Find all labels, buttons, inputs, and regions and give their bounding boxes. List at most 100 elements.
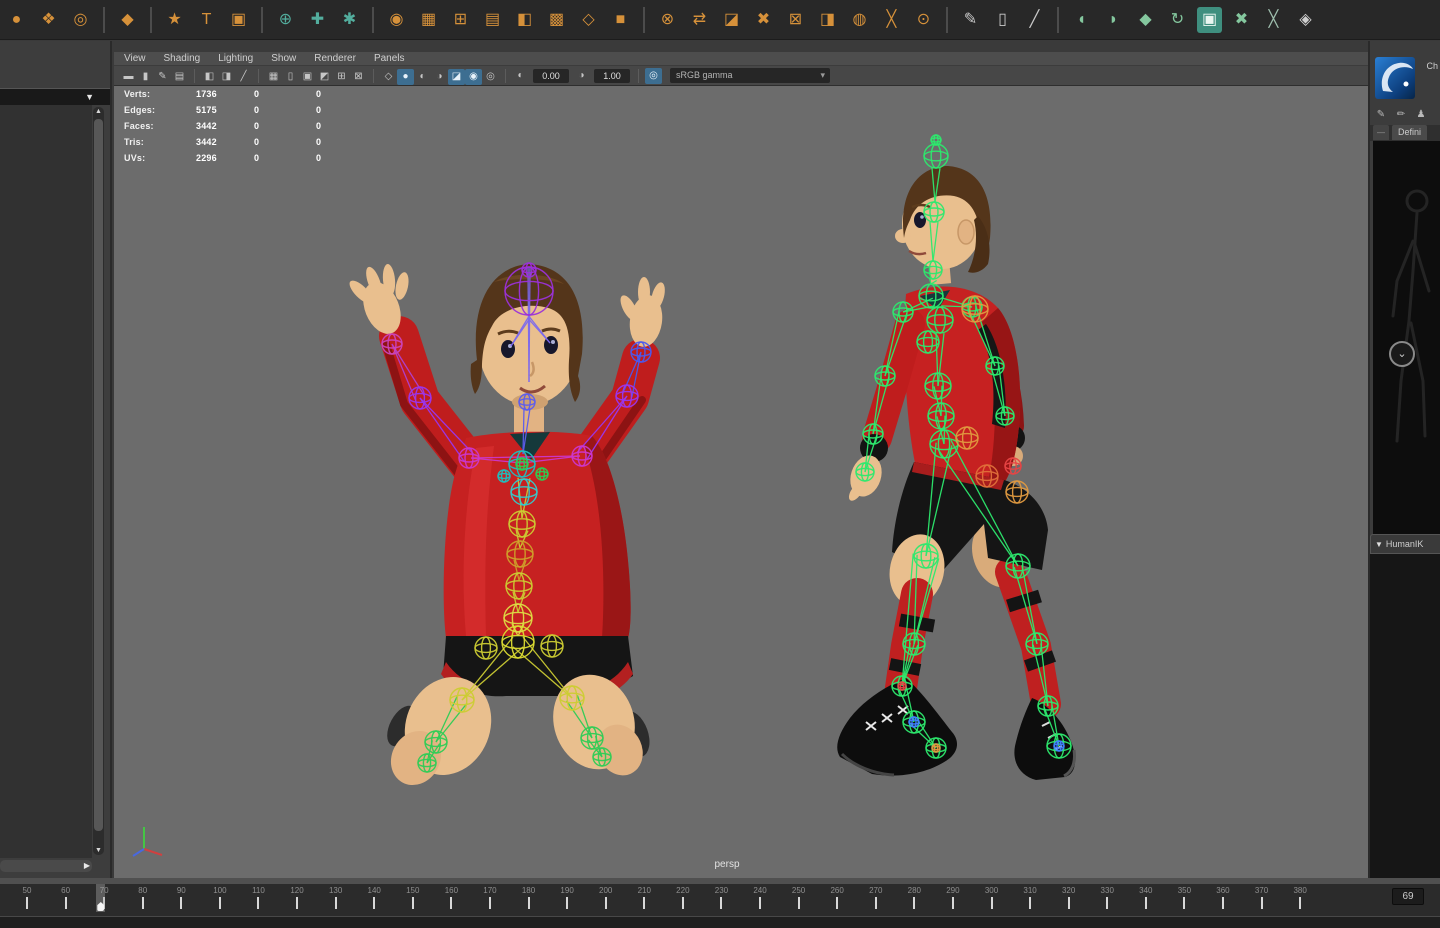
- current-frame-field[interactable]: 69: [1392, 888, 1424, 905]
- character-preview[interactable]: ⌄: [1373, 141, 1440, 534]
- film-gate-icon[interactable]: ▯: [282, 69, 299, 85]
- tick-mark: [257, 897, 259, 909]
- shelf-icon-type-tool[interactable]: T: [194, 7, 219, 33]
- scroll-up-icon[interactable]: ▲: [93, 108, 104, 115]
- lock-camera-icon[interactable]: ▮: [137, 69, 154, 85]
- minitab[interactable]: —: [1373, 125, 1389, 140]
- edit-pencil-icon[interactable]: ✎: [1374, 107, 1388, 121]
- safe-title-icon[interactable]: ⊠: [350, 69, 367, 85]
- shelf-icon-flatten-brush[interactable]: ✖: [1229, 7, 1254, 33]
- menu-renderer[interactable]: Renderer: [314, 53, 356, 64]
- outliner-header[interactable]: ▼: [0, 88, 110, 105]
- shelf-icon-target-weld[interactable]: ▤: [480, 7, 505, 33]
- shelf-icon-crease[interactable]: ◇: [576, 7, 601, 33]
- navigate-button[interactable]: ⌄: [1389, 341, 1415, 367]
- shelf-icon-super-shape[interactable]: ★: [162, 7, 187, 33]
- shelf-icon-poly-torus[interactable]: ◎: [68, 7, 93, 33]
- scrollbar-thumb[interactable]: [94, 119, 103, 831]
- shelf-icon-svg-tool[interactable]: ▣: [226, 7, 251, 33]
- gamma-field[interactable]: 1.00: [594, 69, 630, 83]
- shelf-icon-platonic-solid[interactable]: ◆: [115, 7, 140, 33]
- shelf-icon-locator[interactable]: ⊕: [273, 7, 298, 33]
- use-all-lights-icon[interactable]: ◑: [431, 69, 448, 85]
- exposure-icon[interactable]: ◐: [512, 68, 529, 84]
- tick-mark: [528, 897, 530, 909]
- vertical-scrollbar[interactable]: ▲ ▼: [93, 107, 104, 855]
- tab-humanik[interactable]: ▼HumanIK: [1370, 534, 1440, 554]
- shelf-icon-smooth-mesh[interactable]: ■: [608, 7, 633, 33]
- gate-mask-icon[interactable]: ◩: [316, 69, 333, 85]
- shelf-icon-separate[interactable]: ◨: [815, 7, 840, 33]
- menu-view[interactable]: View: [124, 53, 146, 64]
- resolution-gate-icon[interactable]: ▣: [299, 69, 316, 85]
- erase-pencil-icon[interactable]: ✏: [1394, 107, 1408, 121]
- shelf-icon-pinch-brush[interactable]: ▣: [1197, 7, 1222, 33]
- hud-total: 3442: [196, 121, 254, 131]
- shadows-icon[interactable]: ◪: [448, 69, 465, 85]
- chevron-down-icon[interactable]: ▼: [85, 92, 94, 102]
- menu-show[interactable]: Show: [271, 53, 296, 64]
- shelf-icon-circularize[interactable]: ◍: [847, 7, 872, 33]
- shelf-icon-delete-edge[interactable]: ✖: [751, 7, 776, 33]
- shelf-icon-swap-edge[interactable]: ⇄: [687, 7, 712, 33]
- shelf-icon-grid-fill[interactable]: ▦: [416, 7, 441, 33]
- shelf-icon-spin-edge[interactable]: ⊙: [911, 7, 936, 33]
- shelf-icon-bridge[interactable]: ⊠: [783, 7, 808, 33]
- panel-toolbar: ▬▮✎▤ ◧◨╱ ▦▯▣◩⊞⊠ ◇●◐◑◪◉◎ ◐ 0.00 ◑ 1.00 ◎ …: [114, 66, 1368, 86]
- textured-display-icon[interactable]: ◐: [414, 69, 431, 85]
- grease-pencil-icon[interactable]: ╱: [235, 69, 252, 85]
- motion-blur-icon[interactable]: ◎: [482, 69, 499, 85]
- shaded-display-icon[interactable]: ●: [397, 69, 414, 85]
- shelf-icon-pen-curve[interactable]: ✎: [958, 7, 983, 33]
- menu-lighting[interactable]: Lighting: [218, 53, 253, 64]
- exposure-field[interactable]: 0.00: [533, 69, 569, 83]
- shelf-icon-joint-tool[interactable]: ✚: [305, 7, 330, 33]
- shelf-icon-poly-diamond[interactable]: ❖: [36, 7, 61, 33]
- ambient-occlusion-icon[interactable]: ◉: [465, 69, 482, 85]
- gamma-correction-icon[interactable]: ◎: [645, 68, 662, 84]
- outliner-body[interactable]: [0, 105, 92, 858]
- 3d-viewport[interactable]: Verts:173600Edges:517500Faces:344200Tris…: [114, 86, 1368, 878]
- shelf-icon-gate[interactable]: ▯: [990, 7, 1015, 33]
- wireframe-icon[interactable]: ◇: [380, 69, 397, 85]
- shelf-icon-marking[interactable]: ╱: [1022, 7, 1047, 33]
- pan-zoom-2d-icon[interactable]: ◨: [218, 69, 235, 85]
- menu-shading[interactable]: Shading: [164, 53, 201, 64]
- shelf-icon-smooth-brush[interactable]: ◗: [1101, 7, 1126, 33]
- scroll-right-icon[interactable]: ▶: [84, 861, 90, 870]
- channel-box-tab[interactable]: Ch: [1426, 61, 1438, 71]
- shelf-icon-erase-brush[interactable]: ╳: [1261, 7, 1286, 33]
- scroll-down-icon[interactable]: ▼: [93, 847, 104, 854]
- tick-mark: [1299, 897, 1301, 909]
- bookmarks-icon[interactable]: ▤: [171, 69, 188, 85]
- camera-attributes-icon[interactable]: ✎: [154, 69, 171, 85]
- range-slider[interactable]: [0, 916, 1440, 928]
- gamma-icon[interactable]: ◑: [573, 68, 590, 84]
- shelf-icon-extrude[interactable]: ◪: [719, 7, 744, 33]
- shelf-icon-poly-sphere[interactable]: ●: [4, 7, 29, 33]
- menu-panels[interactable]: Panels: [374, 53, 405, 64]
- tick-label: 110: [243, 886, 273, 895]
- shelf-icon-mirror[interactable]: ◉: [384, 7, 409, 33]
- character-figure-icon[interactable]: ♟: [1414, 107, 1428, 121]
- shelf-icon-multi-cut[interactable]: ⊞: [448, 7, 473, 33]
- shelf-icon-symmetry[interactable]: ╳: [879, 7, 904, 33]
- shelf-icon-skeleton-group[interactable]: ✱: [337, 7, 362, 33]
- shelf-icon-sculpt-brush[interactable]: ◖: [1069, 7, 1094, 33]
- shelf-icon-knife-brush[interactable]: ◈: [1293, 7, 1318, 33]
- playhead[interactable]: [96, 884, 105, 912]
- shelf-icon-grab-brush[interactable]: ↻: [1165, 7, 1190, 33]
- tab-definition[interactable]: Defini: [1392, 125, 1427, 140]
- shelf-icon-relax-brush[interactable]: ◆: [1133, 7, 1158, 33]
- shelf-icon-lattice[interactable]: ▩: [544, 7, 569, 33]
- grid-toggle-icon[interactable]: ▦: [265, 69, 282, 85]
- time-slider[interactable]: 5060708090100110120130140150160170180190…: [0, 884, 1440, 912]
- colorspace-dropdown[interactable]: sRGB gamma ▾: [670, 68, 830, 83]
- select-camera-icon[interactable]: ▬: [120, 69, 137, 85]
- axis-gizmo-icon: [128, 819, 168, 864]
- shelf-icon-boolean[interactable]: ◧: [512, 7, 537, 33]
- horizontal-scrollbar[interactable]: ▶: [0, 860, 92, 872]
- shelf-icon-bend-deformer[interactable]: ⊗: [655, 7, 680, 33]
- image-plane-icon[interactable]: ◧: [201, 69, 218, 85]
- safe-action-icon[interactable]: ⊞: [333, 69, 350, 85]
